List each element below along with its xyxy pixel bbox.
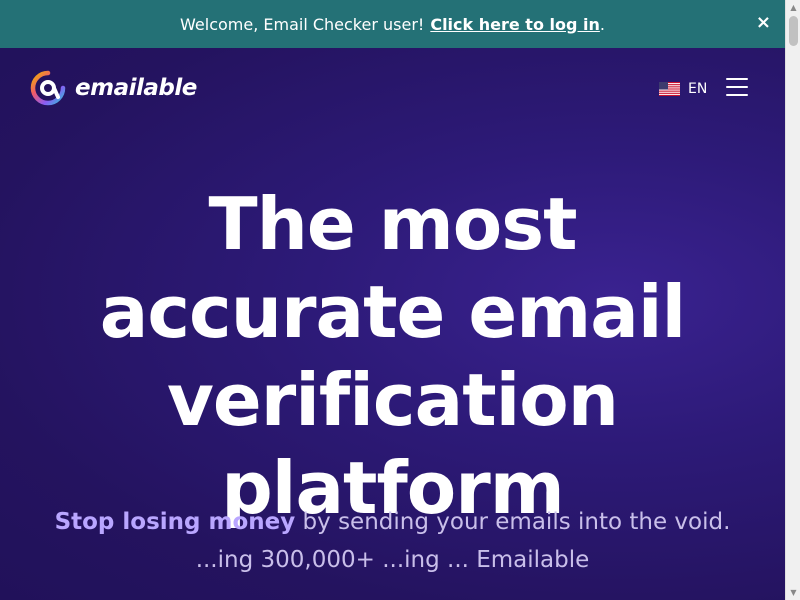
headline-line: verification	[166, 358, 619, 442]
hero-headline: The most accurate email verification pla…	[0, 180, 785, 532]
language-code: EN	[688, 81, 708, 97]
logo-mark-icon	[30, 70, 66, 106]
brand-logo[interactable]: emailable	[30, 70, 197, 106]
scroll-thumb[interactable]	[789, 16, 798, 46]
headline-line: accurate email	[99, 270, 686, 354]
tagline-emphasis: Stop losing money	[54, 509, 296, 535]
hamburger-menu-icon[interactable]	[726, 78, 748, 96]
brand-name: emailable	[75, 75, 197, 101]
close-icon[interactable]: ×	[756, 13, 771, 33]
hero-tagline: Stop losing money by sending your emails…	[0, 507, 785, 537]
hero-tagline-second-line: ...ing 300,000+ ...ing ... Emailable	[195, 547, 590, 573]
login-link[interactable]: Click here to log in	[430, 15, 600, 34]
welcome-banner: Welcome, Email Checker user! Click here …	[0, 0, 785, 48]
scroll-up-arrow-icon[interactable]: ▲	[786, 0, 800, 15]
banner-message: Welcome, Email Checker user!	[180, 14, 425, 34]
language-selector[interactable]: EN	[659, 81, 707, 97]
headline-line: The most	[208, 182, 577, 266]
us-flag-icon	[659, 82, 680, 96]
banner-period: .	[599, 14, 605, 34]
tagline-text: by sending your emails into the void.	[295, 509, 731, 535]
page-scrollbar[interactable]: ▲ ▼	[785, 0, 800, 600]
scroll-down-arrow-icon[interactable]: ▼	[786, 585, 800, 600]
